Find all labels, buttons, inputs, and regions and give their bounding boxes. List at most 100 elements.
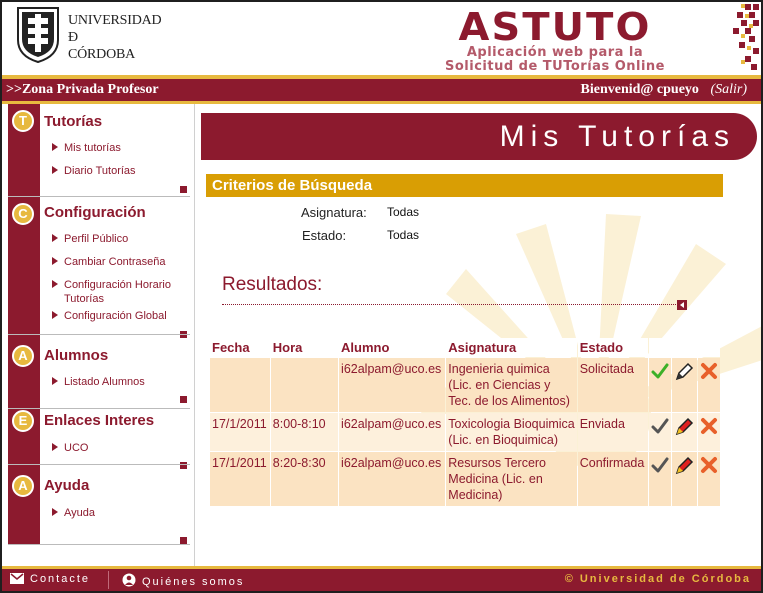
table-row: i62alpam@uco.es Ingenieria quimica (Lic.… [210,358,720,412]
university-name: UNIVERSIDAD Ð CÓRDOBA [68,12,162,63]
badge-icon: C [12,203,34,225]
confirm-cell [648,413,672,451]
arrow-right-icon [52,377,58,385]
sidebar: T Tutorías Mis tutorías Diario Tutorías … [2,104,192,566]
cell-asignatura: Resursos Tercero Medicina (Lic. en Medic… [446,452,577,506]
cell-alumno: i62alpam@uco.es [339,452,446,506]
university-name-line-1: UNIVERSIDAD [68,13,162,28]
sidebar-item-configuracion-horario[interactable]: Configuración Horario Tutorías [52,278,187,306]
people-icon [122,573,136,587]
sidebar-item-listado-alumnos[interactable]: Listado Alumnos [52,375,187,389]
sidebar-rule [194,104,195,566]
main-content: Mis Tutorías Criterios de Búsqueda Asign… [196,104,761,566]
sidebar-item-label: Diario Tutorías [64,165,136,177]
column-header-blank [697,338,720,357]
sidebar-item-label: Perfil Público [64,233,129,245]
mail-icon [10,573,24,584]
collapse-icon[interactable] [677,300,687,310]
cell-estado: Enviada [577,413,648,451]
page-title: Mis Tutorías [499,120,735,153]
sidebar-item-configuracion-global[interactable]: Configuración Global [52,309,187,323]
delete-x-icon[interactable] [700,362,718,380]
column-header-estado[interactable]: Estado [577,338,648,357]
confirm-check-icon[interactable] [651,362,669,380]
results-title: Resultados: [222,274,323,295]
sidebar-item-mis-tutorias[interactable]: Mis tutorías [52,141,187,155]
logout-link[interactable]: (Salir) [710,82,747,97]
app-frame: UNIVERSIDAD Ð CÓRDOBA ASTUTO Aplicación … [0,0,763,593]
table-header-row: Fecha Hora Alumno Asignatura Estado [210,338,720,357]
cell-hora: 8:00-8:10 [270,413,339,451]
column-header-asignatura[interactable]: Asignatura [446,338,577,357]
cell-asignatura: Ingenieria quimica (Lic. en Ciencias y T… [446,358,577,412]
cell-asignatura: Toxicologia Bioquimica (Lic. en Bioquimi… [446,413,577,451]
sidebar-section-configuracion: C Configuración Perfil Público Cambiar C… [2,196,192,338]
sidebar-item-ayuda[interactable]: Ayuda [52,506,187,520]
footer-separator [108,571,109,589]
sidebar-section-ayuda: A Ayuda Ayuda [2,464,192,545]
confirm-check-icon[interactable] [651,417,669,435]
delete-x-icon[interactable] [700,417,718,435]
cell-alumno: i62alpam@uco.es [339,358,446,412]
cell-estado: Solicitada [577,358,648,412]
badge-icon: E [12,410,34,432]
cell-alumno: i62alpam@uco.es [339,413,446,451]
confirm-cell [648,452,672,506]
arrow-right-icon [52,234,58,242]
delete-cell [697,358,720,412]
sidebar-item-perfil-publico[interactable]: Perfil Público [52,232,187,246]
section-title: Enlaces Interes [44,412,155,429]
edit-cell [672,358,697,412]
sidebar-section-tutorias: T Tutorías Mis tutorías Diario Tutorías [2,104,192,197]
column-header-hora[interactable]: Hora [270,338,339,357]
badge-icon: A [12,475,34,497]
about-label: Quiénes somos [142,576,245,588]
table-row: 17/1/2011 8:00-8:10 i62alpam@uco.es Toxi… [210,413,720,451]
welcome-text: Bienvenid@ cpueyo [580,82,699,97]
contact-link[interactable]: Contacte [10,573,90,585]
badge-icon: A [12,345,34,367]
cell-estado: Confirmada [577,452,648,506]
column-header-alumno[interactable]: Alumno [339,338,446,357]
section-end-marker [180,537,187,544]
results-table: Fecha Hora Alumno Asignatura Estado i62a… [209,337,721,507]
arrow-right-icon [52,311,58,319]
confirm-check-icon[interactable] [651,456,669,474]
sidebar-item-label: Listado Alumnos [64,376,145,388]
cell-hora [270,358,339,412]
column-header-blank [672,338,697,357]
arrow-right-icon [52,280,58,288]
column-header-fecha[interactable]: Fecha [210,338,270,357]
estado-label: Estado: [302,228,347,243]
edit-pencil-icon[interactable] [674,417,694,437]
section-end-marker [180,186,187,193]
sidebar-item-label: Cambiar Contraseña [64,256,166,268]
asignatura-label: Asignatura: [301,205,367,220]
sidebar-item-diario-tutorias[interactable]: Diario Tutorías [52,164,187,178]
sidebar-item-uco[interactable]: UCO [52,441,187,455]
sidebar-section-alumnos: A Alumnos Listado Alumnos [2,334,192,409]
edit-cell [672,452,697,506]
university-name-line-3: CÓRDOBA [68,47,136,62]
section-title: Ayuda [44,477,90,494]
about-link[interactable]: Quiénes somos [122,573,244,588]
table-row: 17/1/2011 8:20-8:30 i62alpam@uco.es Resu… [210,452,720,506]
contact-label: Contacte [30,573,91,585]
welcome-area: Bienvenid@ cpueyo (Salir) [581,82,748,98]
delete-x-icon[interactable] [700,456,718,474]
sidebar-section-enlaces: E Enlaces Interes UCO [2,408,192,469]
page-title-banner: Mis Tutorías [201,113,757,160]
app-subtitle-2: Solicitud de TUTorías Online [444,59,665,74]
criteria-header: Criterios de Búsqueda [206,174,723,197]
app-title: ASTUTO [458,5,652,49]
edit-pencil-icon[interactable] [674,456,694,476]
arrow-right-icon [52,166,58,174]
section-end-marker [180,396,187,403]
sidebar-item-cambiar-contrasena[interactable]: Cambiar Contraseña [52,255,187,269]
arrow-right-icon [52,257,58,265]
edit-pencil-icon[interactable] [674,362,694,382]
delete-cell [697,452,720,506]
section-title: Alumnos [44,347,109,364]
cell-fecha: 17/1/2011 [210,413,270,451]
top-bar: >>Zona Privada Profesor Bienvenid@ cpuey… [2,79,761,101]
